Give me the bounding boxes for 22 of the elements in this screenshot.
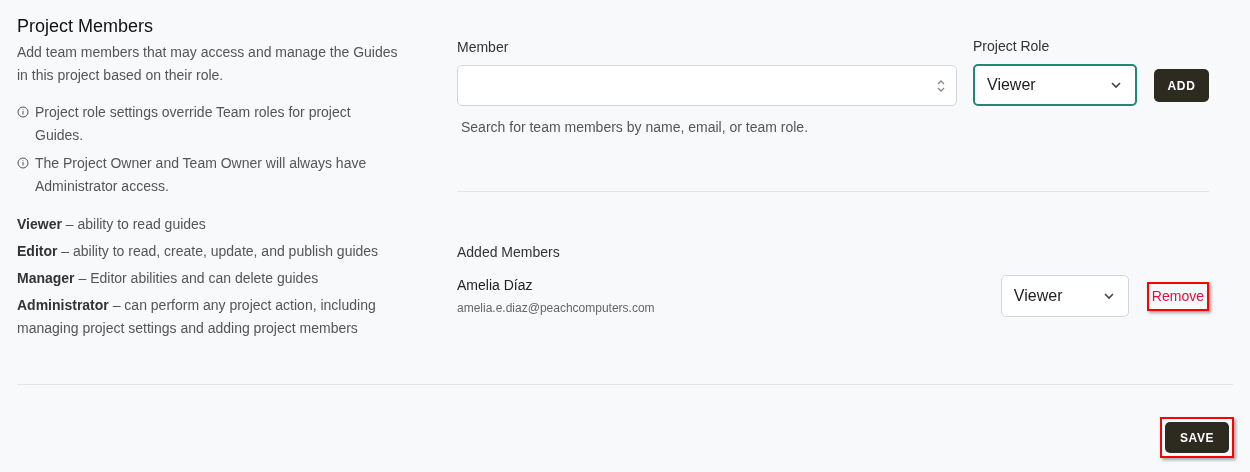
member-label: Member <box>457 38 510 57</box>
role-select[interactable]: Viewer <box>973 64 1137 106</box>
role-description: Viewer – ability to read guides <box>17 215 207 234</box>
add-button[interactable]: ADD <box>1154 69 1209 102</box>
section-title: Project Members <box>17 15 155 38</box>
info-icon <box>17 106 29 118</box>
added-members-title: Added Members <box>457 243 561 262</box>
save-button[interactable]: SAVE <box>1165 422 1229 453</box>
member-name: Amelia Díaz <box>457 276 534 295</box>
role-description: Administrator – can perform any project action, including managing project settings and adding project members <box>17 296 377 338</box>
role-description: Editor – ability to read, create, update, and publish guides <box>17 242 380 261</box>
section-description: Add team members that may access and manage the Guides in this project based on their role. <box>17 43 399 85</box>
note-text: Project role settings override Team roles for project Guides. <box>35 103 352 145</box>
role-description: Manager – Editor abilities and can delete guides <box>17 269 320 288</box>
remove-link[interactable]: Remove <box>1146 281 1209 311</box>
member-email: amelia.e.diaz@peachcomputers.com <box>457 300 655 317</box>
role-label: Project Role <box>973 37 1051 56</box>
member-field[interactable] <box>457 65 957 106</box>
info-icon <box>17 157 29 169</box>
note-text: The Project Owner and Team Owner will always have Administrator access. <box>35 154 368 196</box>
member-role-select[interactable]: Viewer <box>1000 275 1129 317</box>
member-help-text: Search for team members by name, email, or team role. <box>461 118 810 137</box>
